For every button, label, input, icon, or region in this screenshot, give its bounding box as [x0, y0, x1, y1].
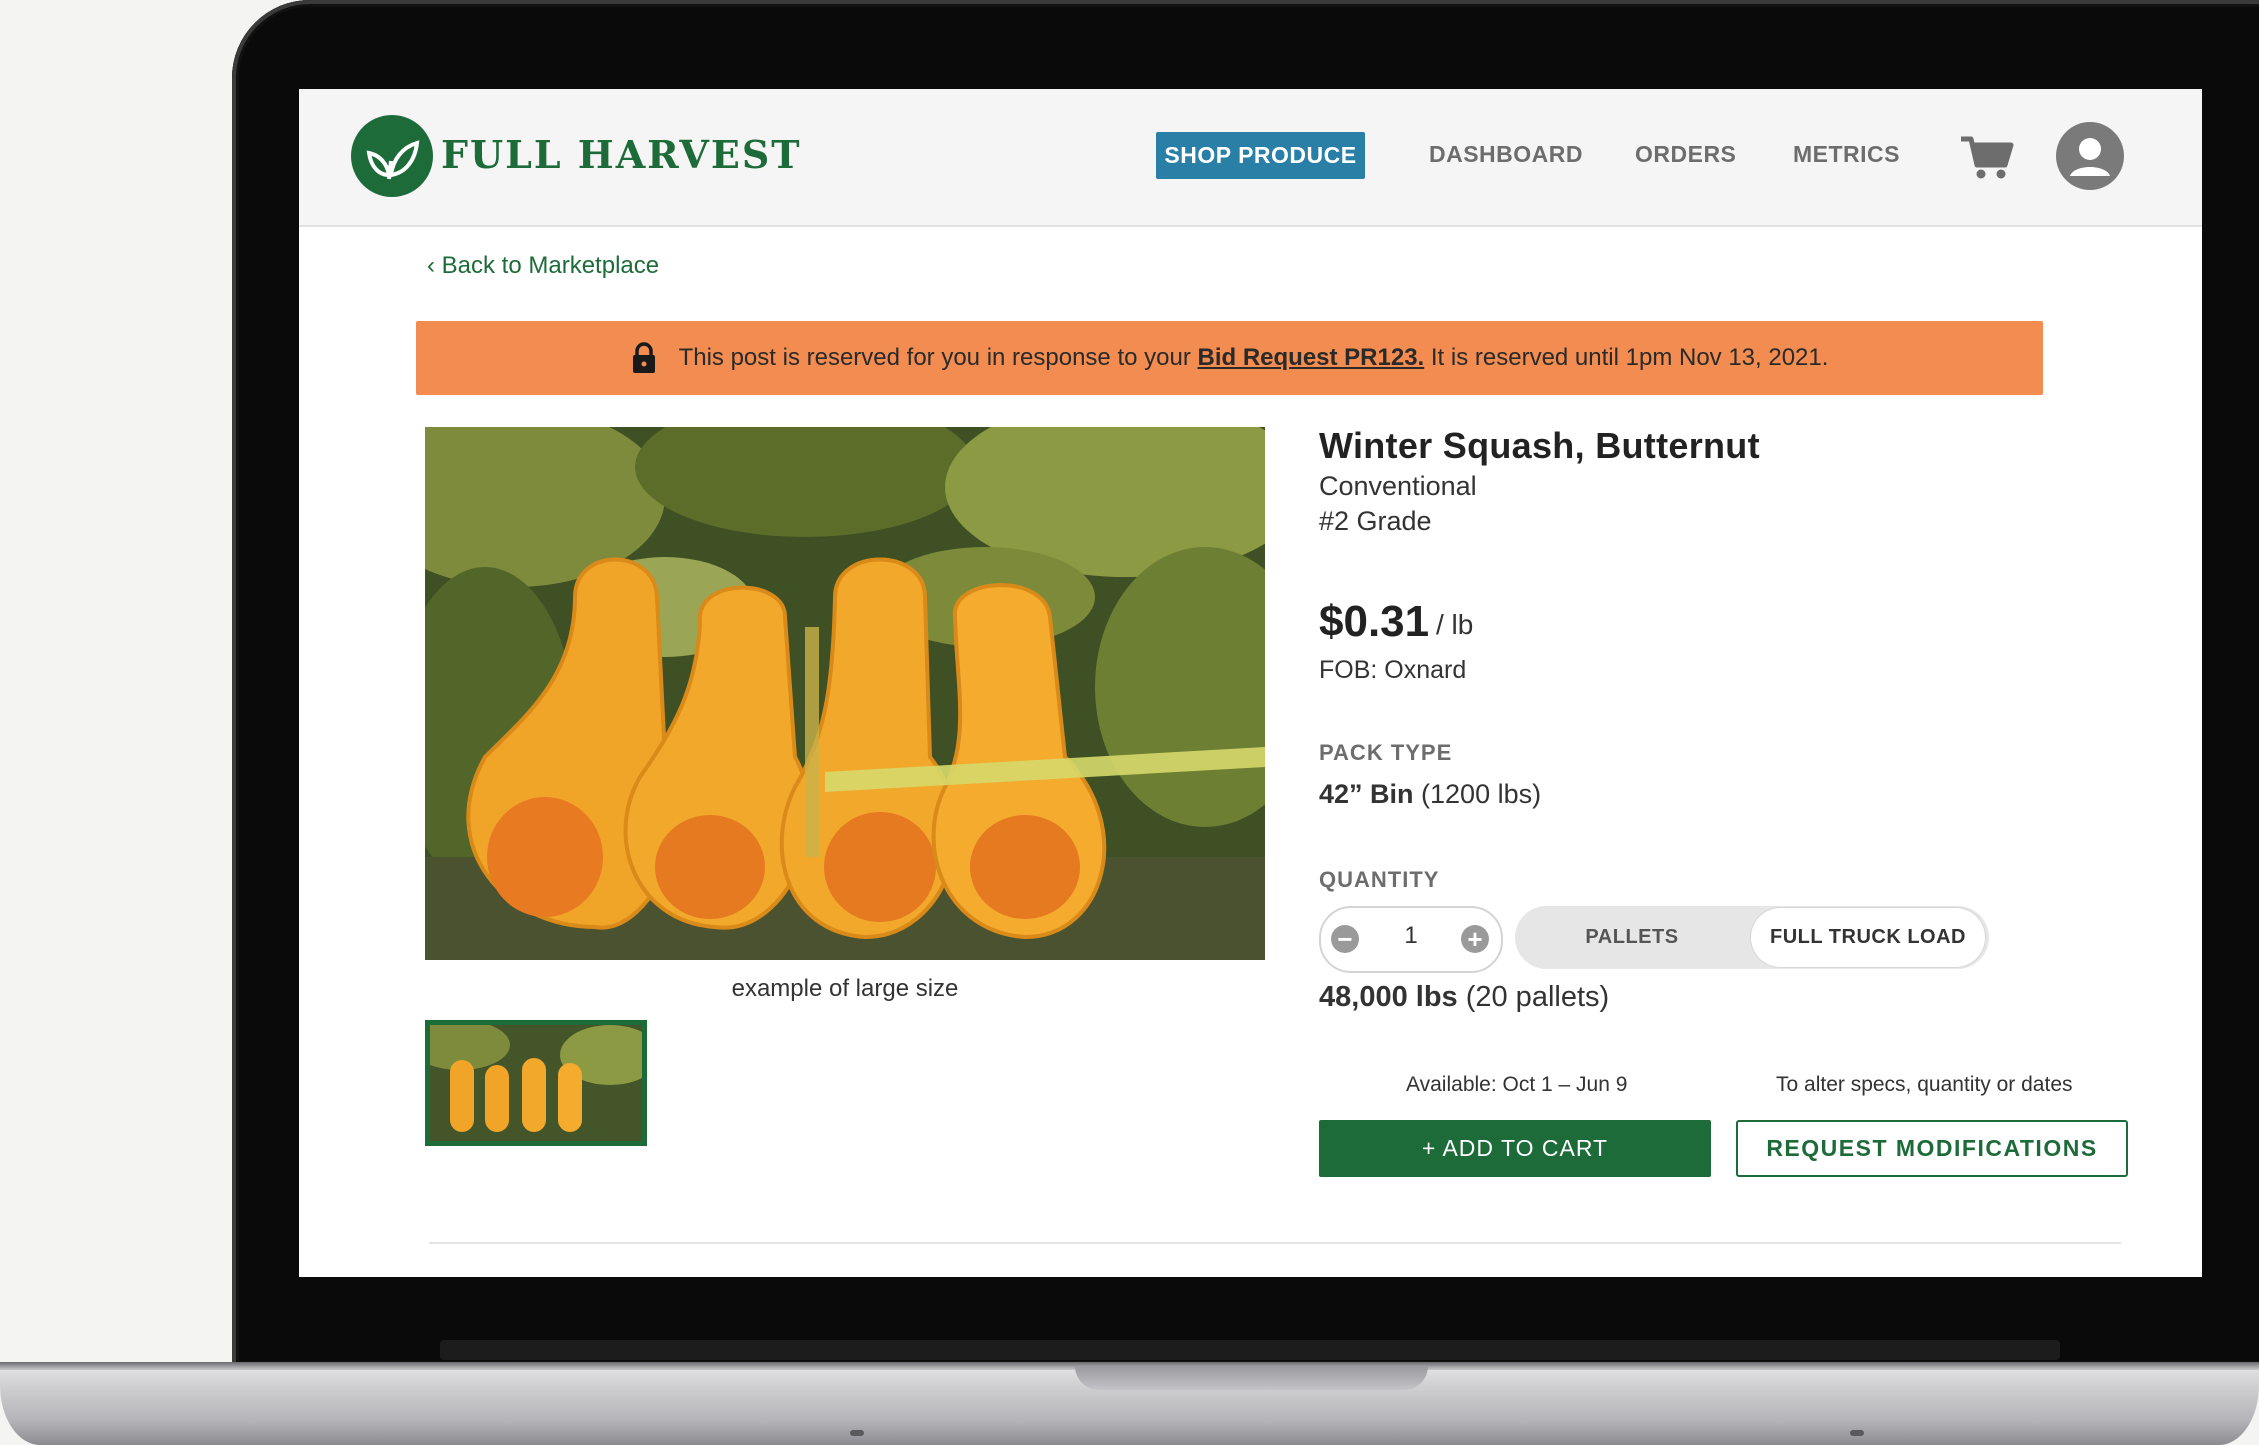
screen: FULL HARVEST SHOP PRODUCE DASHBOARD ORDE…: [299, 89, 2202, 1277]
availability-dates: Available: Oct 1 – Jun 9: [1406, 1073, 1628, 1096]
modify-hint: To alter specs, quantity or dates: [1776, 1073, 2073, 1096]
minus-icon[interactable]: −: [1331, 925, 1359, 953]
toggle-full-truck-load[interactable]: FULL TRUCK LOAD: [1751, 908, 1985, 967]
nav-dashboard[interactable]: DASHBOARD: [1429, 141, 1583, 168]
bid-request-link[interactable]: Bid Request PR123.: [1197, 344, 1424, 372]
pack-type-label: PACK TYPE: [1319, 740, 1453, 765]
unit-toggle[interactable]: PALLETS FULL TRUCK LOAD: [1515, 906, 1989, 969]
product-grade: #2 Grade: [1319, 506, 1432, 536]
total-weight-value: 48,000 lbs: [1319, 981, 1458, 1013]
quantity-label: QUANTITY: [1319, 867, 1440, 892]
banner-text-start: This post is reserved for you in respons…: [678, 344, 1198, 371]
laptop-foot: [850, 1430, 864, 1436]
product-photo[interactable]: [425, 427, 1265, 960]
pack-type-value: 42” Bin (1200 lbs): [1319, 779, 1541, 810]
reservation-banner: This post is reserved for you in respons…: [416, 321, 2043, 395]
product-title: Winter Squash, Butternut: [1319, 425, 1760, 466]
product-type: Conventional: [1319, 471, 1477, 501]
laptop-notch: [1075, 1366, 1428, 1390]
laptop-foot: [1850, 1430, 1864, 1436]
price-unit: / lb: [1436, 609, 1474, 640]
back-to-marketplace-link[interactable]: ‹ Back to Marketplace: [427, 252, 659, 280]
plus-icon[interactable]: +: [1461, 925, 1489, 953]
product-thumbnail[interactable]: [425, 1020, 647, 1146]
photo-caption: example of large size: [731, 975, 959, 1002]
nav-orders[interactable]: ORDERS: [1635, 141, 1736, 168]
total-weight-note: (20 pallets): [1457, 981, 1610, 1013]
nav-shop-produce[interactable]: SHOP PRODUCE: [1156, 132, 1365, 179]
fob-location: FOB: Oxnard: [1319, 656, 1467, 684]
top-navbar: FULL HARVEST SHOP PRODUCE DASHBOARD ORDE…: [299, 89, 2202, 227]
quantity-stepper[interactable]: − 1 +: [1319, 906, 1503, 973]
laptop-hinge: [440, 1340, 2060, 1360]
quantity-value[interactable]: 1: [1401, 922, 1421, 950]
nav-metrics[interactable]: METRICS: [1793, 141, 1900, 168]
pack-type-weight: (1200 lbs): [1413, 779, 1542, 809]
toggle-pallets[interactable]: PALLETS: [1515, 906, 1749, 969]
leaf-logo-icon[interactable]: [351, 115, 433, 197]
request-modifications-button[interactable]: REQUEST MODIFICATIONS: [1736, 1120, 2128, 1177]
lock-icon: [632, 342, 655, 373]
brand-name[interactable]: FULL HARVEST: [441, 132, 802, 177]
pack-type-name: 42” Bin: [1319, 779, 1414, 809]
total-weight: 48,000 lbs (20 pallets): [1319, 981, 1609, 1014]
add-to-cart-button[interactable]: + ADD TO CART: [1319, 1120, 1711, 1177]
section-divider: [429, 1242, 2121, 1244]
product-price: $0.31: [1319, 597, 1430, 646]
cart-icon[interactable]: [1959, 133, 2015, 181]
banner-text-end: It is reserved until 1pm Nov 13, 2021.: [1424, 344, 1829, 371]
avatar-icon[interactable]: [2056, 122, 2124, 190]
